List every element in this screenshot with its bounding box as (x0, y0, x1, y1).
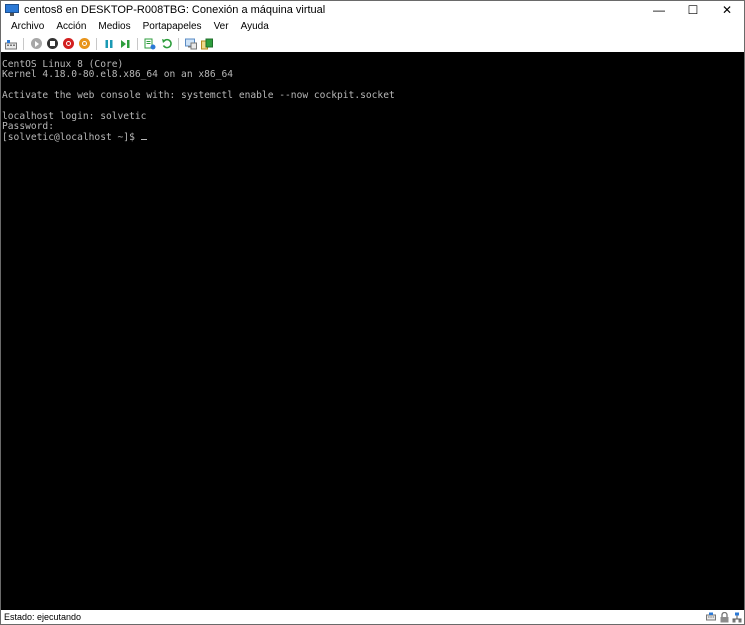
menu-portapapeles[interactable]: Portapapeles (137, 21, 208, 32)
minimize-icon: — (653, 3, 665, 17)
console-prompt-line: [solvetic@localhost ~]$ (2, 131, 744, 143)
toolbar-separator (96, 37, 97, 50)
network-status[interactable] (732, 611, 742, 623)
console-line: localhost login: solvetic (2, 110, 147, 122)
toolbar-separator (178, 37, 179, 50)
network-icon (732, 612, 742, 622)
window-title: centos8 en DESKTOP-R008TBG: Conexión a m… (24, 4, 326, 16)
status-text: Estado: ejecutando (4, 612, 82, 622)
text-cursor (140, 138, 147, 140)
enhanced-session-icon (185, 38, 197, 49)
console-line: Kernel 4.18.0-80.el8.x86_64 on an x86_64 (2, 69, 234, 81)
toolbar-separator (23, 37, 24, 50)
toolbar (1, 35, 744, 52)
lock-status[interactable] (719, 611, 729, 623)
vm-console-screen[interactable]: CentOS Linux 8 (Core) Kernel 4.18.0-80.e… (1, 52, 744, 610)
checkpoint-icon (144, 38, 156, 49)
shutdown-icon (62, 38, 74, 49)
menu-archivo[interactable]: Archivo (5, 21, 50, 32)
revert-button[interactable] (159, 37, 173, 51)
reset-button[interactable] (118, 37, 132, 51)
save-state-icon (78, 38, 90, 49)
shutdown-button[interactable] (61, 37, 75, 51)
vm-connection-window: centos8 en DESKTOP-R008TBG: Conexión a m… (0, 0, 745, 625)
menu-ver[interactable]: Ver (208, 21, 235, 32)
start-button[interactable] (29, 37, 43, 51)
window-controls: — ☐ ✕ (642, 1, 744, 19)
title-bar[interactable]: centos8 en DESKTOP-R008TBG: Conexión a m… (1, 1, 744, 19)
enhanced-session-button[interactable] (184, 37, 198, 51)
console-line: Activate the web console with: systemctl… (2, 90, 395, 102)
toolbar-separator (137, 37, 138, 50)
menu-medios[interactable]: Medios (92, 21, 136, 32)
save-state-button[interactable] (77, 37, 91, 51)
close-button[interactable]: ✕ (710, 1, 744, 19)
vm-connection-icon (5, 4, 19, 16)
close-icon: ✕ (721, 3, 733, 17)
menu-ayuda[interactable]: Ayuda (235, 21, 275, 32)
lock-icon (720, 611, 728, 622)
reset-icon (120, 39, 129, 48)
keyboard-status[interactable] (706, 611, 716, 623)
menu-bar: Archivo Acción Medios Portapapeles Ver A… (1, 19, 744, 34)
maximize-icon: ☐ (687, 3, 699, 17)
minimize-button[interactable]: — (642, 1, 676, 19)
share-button[interactable] (200, 37, 214, 51)
start-icon (30, 38, 42, 49)
menu-accion[interactable]: Acción (50, 21, 92, 32)
maximize-button[interactable]: ☐ (676, 1, 710, 19)
keyboard-icon (706, 612, 716, 621)
ctrl-alt-del-icon (5, 39, 17, 49)
turn-off-icon (46, 38, 58, 49)
share-icon (201, 38, 213, 49)
turn-off-button[interactable] (45, 37, 59, 51)
console-prompt: [solvetic@localhost ~]$ (2, 131, 141, 143)
revert-icon (161, 38, 172, 49)
pause-button[interactable] (102, 37, 116, 51)
checkpoint-button[interactable] (143, 37, 157, 51)
pause-icon (105, 39, 113, 48)
status-bar: Estado: ejecutando (1, 610, 744, 624)
status-icons (703, 610, 742, 624)
ctrl-alt-del-button[interactable] (4, 37, 18, 51)
